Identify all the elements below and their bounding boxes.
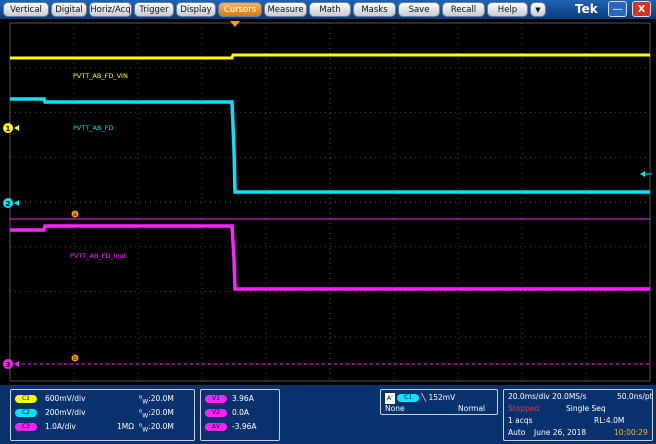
ch1-scale: 600mV/div [45, 394, 86, 403]
menu-vertical[interactable]: Vertical [3, 2, 49, 17]
acq-state: Stopped [508, 404, 540, 413]
tek-logo: Tek [575, 2, 598, 16]
bw-icon: ᴮW:20.0M [139, 408, 174, 420]
resolution: 50.0ns/pt [617, 392, 653, 401]
menu-display[interactable]: Display [176, 2, 216, 17]
time: 10:00:29 [614, 428, 648, 437]
acquisition-panel[interactable]: 20.0ms/div 20.0MS/s 50.0ns/pt Stopped Si… [503, 389, 653, 441]
ch1-ground-marker-label: 1 [6, 125, 11, 133]
ch3-label: PVTT_AB_FD_Iout [70, 252, 127, 260]
menu-dropdown-icon[interactable]: ▼ [530, 2, 546, 17]
v1-row: V1 3.96A [205, 393, 254, 404]
v1-value: 3.96A [232, 394, 254, 403]
trigger-holdoff: None [385, 404, 405, 413]
dv-value: -3.96A [232, 422, 257, 431]
trigger-level: 152mV [428, 393, 456, 402]
v1-badge: V1 [205, 395, 227, 403]
trigger-auto: Auto [508, 428, 526, 437]
timebase: 20.0ms/div [508, 392, 550, 401]
ch3-row[interactable]: C3 1.0A/div 1MΩ ᴮW:20.0M [15, 421, 174, 434]
v2-badge: V2 [205, 409, 227, 417]
state-row: Stopped Single Seq [508, 403, 606, 414]
menu-trigger[interactable]: Trigger [134, 2, 174, 17]
menu-masks[interactable]: Masks [353, 2, 396, 17]
dv-badge: ΔV [205, 423, 227, 431]
ch1-waveform [10, 53, 650, 60]
menu-recall[interactable]: Recall [442, 2, 485, 17]
trigger-level-arrow-icon [640, 171, 645, 177]
ch1-label: PVTT_AB_FD_VIN [73, 72, 128, 80]
acqs-row: 1 acqs RL:4.0M [508, 415, 624, 426]
menu-measure[interactable]: Measure [264, 2, 307, 17]
ch1-row[interactable]: C1 600mV/div ᴮW:20.0M [15, 393, 174, 406]
cursor-b-label: b [73, 355, 77, 362]
dv-row: ΔV -3.96A [205, 421, 257, 432]
trigger-source-badge: C1 [397, 394, 420, 402]
ch2-row[interactable]: C2 200mV/div ᴮW:20.0M [15, 407, 174, 420]
ch3-coupling: 1MΩ [117, 422, 134, 431]
menu-bar: Vertical Digital Horiz/Acq Trigger Displ… [0, 0, 656, 19]
date: June 26, 2018 [534, 428, 587, 437]
status-bar: C1 600mV/div ᴮW:20.0M C2 200mV/div ᴮW:20… [0, 385, 656, 444]
bw-icon: ᴮW:20.0M [139, 394, 174, 406]
waveform-display[interactable]: a b 1 2 3 PVTT_AB_FD_VIN PVTT_AB_FD PVTT_AB_… [0, 19, 656, 385]
cursor-a-label: a [73, 211, 77, 218]
menu-cursors[interactable]: Cursors [218, 2, 262, 17]
trigger-row: A' C1 ╲ 152mV [385, 392, 456, 404]
ch3-bw: 20.0M [150, 422, 174, 431]
minimize-button[interactable]: — [608, 1, 627, 17]
close-button[interactable]: X [632, 1, 651, 17]
ch1-badge: C1 [15, 395, 37, 403]
trigger-position-icon [230, 21, 240, 27]
trigger-mode-row: None Normal [385, 403, 485, 414]
trigger-panel[interactable]: A' C1 ╲ 152mV None Normal [380, 389, 498, 415]
date-row: Auto June 26, 2018 10:00:29 [508, 427, 648, 438]
ch1-bw: 20.0M [150, 394, 174, 403]
cursor-readout[interactable]: V1 3.96A V2 0.0A ΔV -3.96A [200, 389, 280, 441]
bw-icon: ᴮW:20.0M [139, 422, 174, 434]
channel-panel[interactable]: C1 600mV/div ᴮW:20.0M C2 200mV/div ᴮW:20… [10, 389, 195, 441]
ch3-badge: C3 [15, 423, 37, 431]
acq-seq: Single Seq [566, 404, 606, 413]
v2-row: V2 0.0A [205, 407, 249, 418]
sample-rate: 20.0MS/s [552, 392, 587, 401]
menu-help[interactable]: Help [487, 2, 528, 17]
record-length: RL:4.0M [594, 416, 625, 425]
menu-digital[interactable]: Digital [51, 2, 87, 17]
menu-math[interactable]: Math [309, 2, 351, 17]
ch2-scale: 200mV/div [45, 408, 86, 417]
ch1-ground-marker-arrow-icon [14, 125, 19, 131]
ch2-badge: C2 [15, 409, 37, 417]
falling-edge-icon: ╲ [421, 393, 427, 402]
ch2-ground-marker-label: 2 [6, 200, 11, 208]
acq-count: 1 acqs [508, 416, 533, 425]
ch3-scale: 1.0A/div [45, 422, 76, 431]
ch2-ground-marker-arrow-icon [14, 200, 19, 206]
ch3-ground-marker-label: 3 [6, 361, 11, 369]
ch2-bw: 20.0M [150, 408, 174, 417]
timebase-row: 20.0ms/div 20.0MS/s 50.0ns/pt [508, 391, 653, 402]
ch2-label: PVTT_AB_FD [73, 124, 114, 132]
v2-value: 0.0A [232, 408, 250, 417]
menu-save[interactable]: Save [398, 2, 440, 17]
menu-horiz-acq[interactable]: Horiz/Acq [89, 2, 132, 17]
ch3-ground-marker-arrow-icon [14, 361, 19, 367]
trigger-mode: Normal [458, 404, 486, 413]
